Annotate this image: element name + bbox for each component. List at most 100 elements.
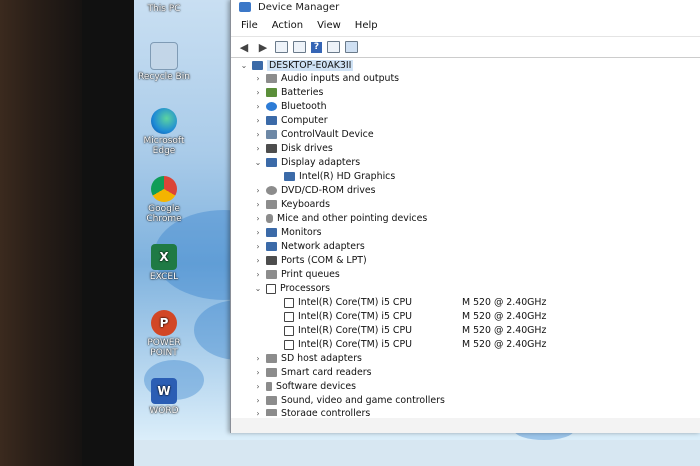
processor-icon <box>284 339 294 350</box>
status-bar <box>231 418 700 433</box>
tree-item-audio[interactable]: › Audio inputs and outputs <box>253 72 399 85</box>
display-icon <box>284 172 295 181</box>
chevron-right-icon[interactable]: › <box>253 256 263 265</box>
menu-file[interactable]: File <box>241 20 258 31</box>
tree-item-network[interactable]: › Network adapters <box>253 240 364 253</box>
tree-item-label: Processors <box>280 283 331 294</box>
chevron-right-icon[interactable]: › <box>253 130 263 139</box>
speaker-icon <box>266 74 277 83</box>
computer-icon <box>266 116 277 125</box>
chevron-right-icon[interactable]: › <box>253 354 263 363</box>
tree-item-controlvault[interactable]: › ControlVault Device <box>253 128 373 141</box>
show-hide-console-tree-icon[interactable] <box>293 41 306 53</box>
desktop-icon-label: This PC <box>147 4 181 14</box>
processor-icon <box>284 297 294 308</box>
tree-item-batteries[interactable]: › Batteries <box>253 86 323 99</box>
back-arrow-icon[interactable]: ◀ <box>237 40 251 54</box>
tree-item-processors[interactable]: ⌄ Processors <box>253 282 330 295</box>
chevron-right-icon[interactable]: › <box>253 270 263 279</box>
chevron-right-icon[interactable]: › <box>253 74 263 83</box>
tree-item-smart-card[interactable]: › Smart card readers <box>253 366 371 379</box>
menu-help[interactable]: Help <box>355 20 378 31</box>
properties-icon[interactable] <box>275 41 288 53</box>
desktop-icon-chrome[interactable]: Google Chrome <box>134 176 194 224</box>
chevron-down-icon[interactable]: ⌄ <box>253 158 263 167</box>
tree-child-intel-hd-graphics[interactable]: Intel(R) HD Graphics <box>281 170 395 183</box>
chevron-right-icon[interactable]: › <box>253 228 263 237</box>
desktop-icon-word[interactable]: W WORD <box>134 378 194 416</box>
device-manager-window: Device Manager File Action View Help ◀ ▶… <box>230 0 700 433</box>
chevron-right-icon[interactable]: › <box>253 88 263 97</box>
desktop-icon-excel[interactable]: X EXCEL <box>134 244 194 282</box>
processor-model: M 520 @ 2.40GHz <box>462 339 547 350</box>
desktop-icon-recycle-bin[interactable]: Recycle Bin <box>134 42 194 82</box>
title-bar[interactable]: Device Manager <box>231 0 700 14</box>
tree-item-sd-host[interactable]: › SD host adapters <box>253 352 362 365</box>
action-pane-icon[interactable] <box>327 41 340 53</box>
tree-child-processor[interactable]: Intel(R) Core(TM) i5 CPU M 520 @ 2.40GHz <box>281 324 700 337</box>
chevron-right-icon[interactable]: › <box>253 214 263 223</box>
tree-item-label: Display adapters <box>281 157 361 168</box>
tree-item-label: SD host adapters <box>281 353 362 364</box>
processor-icon <box>284 325 294 336</box>
tree-item-computer[interactable]: › Computer <box>253 114 327 127</box>
desktop-icon-this-pc[interactable]: This PC <box>134 0 194 14</box>
help-icon[interactable]: ? <box>311 41 322 53</box>
chevron-right-icon[interactable]: › <box>253 144 263 153</box>
tree-item-disk-drives[interactable]: › Disk drives <box>253 142 332 155</box>
tree-item-label: Bluetooth <box>281 101 327 112</box>
chevron-right-icon[interactable]: › <box>253 186 263 195</box>
desktop-icon-label: Google Chrome <box>146 204 182 224</box>
tree-item-mice[interactable]: › Mice and other pointing devices <box>253 212 427 225</box>
chevron-right-icon[interactable]: › <box>253 242 263 251</box>
tree-root[interactable]: ⌄ DESKTOP-E0AK3II <box>239 59 354 72</box>
processor-model: M 520 @ 2.40GHz <box>462 325 547 336</box>
desktop-icon-edge[interactable]: Microsoft Edge <box>134 108 194 156</box>
tree-item-bluetooth[interactable]: › Bluetooth <box>253 100 327 113</box>
tree-item-ports[interactable]: › Ports (COM & LPT) <box>253 254 366 267</box>
chevron-right-icon[interactable]: › <box>253 409 263 416</box>
scan-hardware-icon[interactable] <box>345 41 358 53</box>
keyboard-icon <box>266 200 277 209</box>
desktop-icon-label: EXCEL <box>149 272 179 282</box>
processor-icon <box>284 311 294 322</box>
root-label: DESKTOP-E0AK3II <box>267 60 354 71</box>
tree-item-keyboards[interactable]: › Keyboards <box>253 198 330 211</box>
tree-item-software-devices[interactable]: › Software devices <box>253 380 356 393</box>
menu-bar: File Action View Help <box>231 14 700 37</box>
chevron-right-icon[interactable]: › <box>253 382 263 391</box>
desktop-icon-powerpoint[interactable]: P POWER POINT <box>134 310 194 358</box>
sound-icon <box>266 396 277 405</box>
excel-icon: X <box>151 244 177 270</box>
tree-item-storage[interactable]: › Storage controllers <box>253 407 370 416</box>
tree-item-dvd[interactable]: › DVD/CD-ROM drives <box>253 184 376 197</box>
computer-icon <box>252 61 263 70</box>
desktop-icons: This PC Recycle Bin Microsoft Edge Googl… <box>134 0 228 440</box>
menu-action[interactable]: Action <box>272 20 303 31</box>
tree-item-sound[interactable]: › Sound, video and game controllers <box>253 394 444 407</box>
menu-view[interactable]: View <box>317 20 341 31</box>
tree-item-label: Mice and other pointing devices <box>277 213 428 224</box>
software-icon <box>266 382 272 391</box>
tree-item-label: Keyboards <box>281 199 330 210</box>
forward-arrow-icon[interactable]: ▶ <box>256 40 270 54</box>
tree-item-display-adapters[interactable]: ⌄ Display adapters <box>253 156 360 169</box>
monitor-icon <box>266 228 277 237</box>
tree-item-monitors[interactable]: › Monitors <box>253 226 321 239</box>
tree-child-processor[interactable]: Intel(R) Core(TM) i5 CPU M 520 @ 2.40GHz <box>281 338 700 351</box>
chevron-down-icon[interactable]: ⌄ <box>239 61 249 70</box>
tree-item-label: DVD/CD-ROM drives <box>281 185 376 196</box>
tree-item-print-queues[interactable]: › Print queues <box>253 268 339 281</box>
tree-child-processor[interactable]: Intel(R) Core(TM) i5 CPU M 520 @ 2.40GHz <box>281 310 700 323</box>
tree-child-processor[interactable]: Intel(R) Core(TM) i5 CPU M 520 @ 2.40GHz <box>281 296 700 309</box>
chevron-right-icon[interactable]: › <box>253 200 263 209</box>
chevron-right-icon[interactable]: › <box>253 102 263 111</box>
chevron-right-icon[interactable]: › <box>253 116 263 125</box>
chevron-right-icon[interactable]: › <box>253 368 263 377</box>
window-title: Device Manager <box>258 1 340 13</box>
disk-icon <box>266 144 277 153</box>
chevron-right-icon[interactable]: › <box>253 396 263 405</box>
desktop-icon-label: WORD <box>149 406 179 416</box>
device-tree: ⌄ DESKTOP-E0AK3II › Audio inputs and outp… <box>231 56 700 416</box>
chevron-down-icon[interactable]: ⌄ <box>253 284 263 293</box>
